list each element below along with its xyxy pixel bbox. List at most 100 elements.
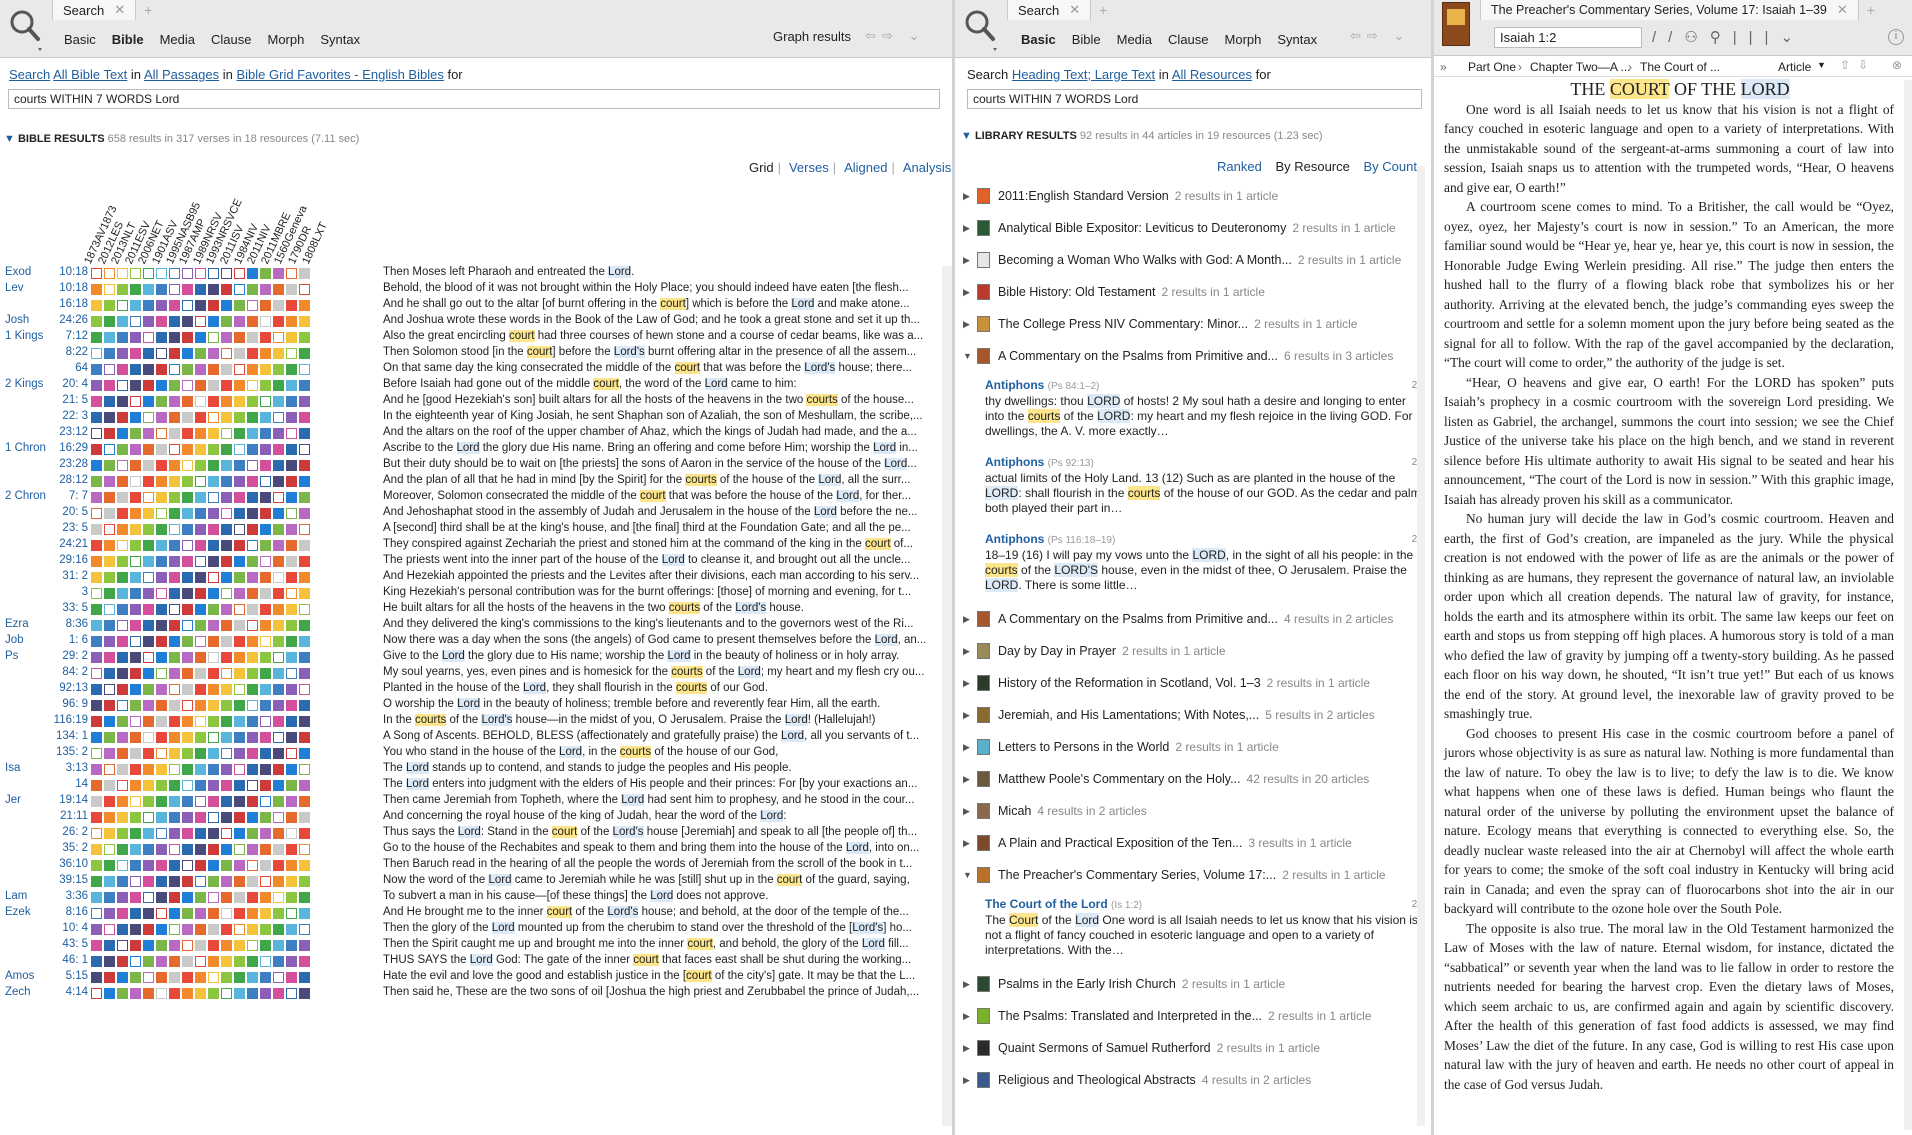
grid-cell[interactable] <box>273 332 284 343</box>
close-icon[interactable]: ✕ <box>114 2 125 18</box>
grid-cell[interactable] <box>169 492 180 503</box>
grid-cell[interactable] <box>143 540 154 551</box>
grid-cell[interactable] <box>143 332 154 343</box>
grid-cell[interactable] <box>260 892 271 903</box>
grid-cell[interactable] <box>117 812 128 823</box>
grid-cell[interactable] <box>260 924 271 935</box>
verse-ref-link[interactable]: 7:12 <box>66 330 88 342</box>
grid-cell[interactable] <box>104 332 115 343</box>
grid-cell[interactable] <box>156 348 167 359</box>
grid-cell[interactable] <box>208 684 219 695</box>
grid-cell[interactable] <box>260 684 271 695</box>
grid-cell[interactable] <box>130 412 141 423</box>
grid-cell[interactable] <box>208 972 219 983</box>
grid-cell[interactable] <box>234 412 245 423</box>
grid-cell[interactable] <box>156 316 167 327</box>
resource-title[interactable]: The Psalms: Translated and Interpreted i… <box>998 1009 1262 1023</box>
verse-text[interactable]: And the plan of all that he had in mind … <box>383 474 948 490</box>
grid-cell[interactable] <box>130 460 141 471</box>
grid-cell[interactable] <box>182 556 193 567</box>
grid-cell[interactable] <box>247 572 258 583</box>
grid-cell[interactable] <box>182 620 193 631</box>
grid-cell[interactable] <box>195 636 206 647</box>
grid-cell[interactable] <box>247 620 258 631</box>
grid-cell[interactable] <box>247 908 258 919</box>
grid-cell[interactable] <box>182 412 193 423</box>
grid-cell[interactable] <box>234 956 245 967</box>
search-hit-snippet[interactable]: Antiphons (Ps 92:13)2×actual limits of t… <box>963 449 1423 526</box>
grid-cell[interactable] <box>130 796 141 807</box>
resource-title[interactable]: The Preacher's Commentary Series, Volume… <box>998 868 1276 882</box>
grid-cell[interactable] <box>104 764 115 775</box>
grid-cell[interactable] <box>143 748 154 759</box>
collapsed-triangle-icon[interactable]: ▶ <box>963 806 977 817</box>
snippet-title[interactable]: Antiphons <box>985 455 1044 469</box>
verse-text[interactable]: The Lord enters into judgment with the e… <box>383 778 948 794</box>
grid-cell[interactable] <box>195 556 206 567</box>
resource-result-row[interactable]: ▼ A Commentary on the Psalms from Primiti… <box>963 340 1423 372</box>
verse-ref-link[interactable]: 84: 2 <box>62 666 88 678</box>
grid-cell[interactable] <box>221 396 232 407</box>
grid-cell[interactable] <box>91 812 102 823</box>
verse-text[interactable]: Thus says the Lord: Stand in the court o… <box>383 826 948 842</box>
grid-cell[interactable] <box>260 492 271 503</box>
grid-cell[interactable] <box>260 620 271 631</box>
crumb-article[interactable]: The Court of ... <box>1640 60 1720 74</box>
grid-cell[interactable] <box>169 780 180 791</box>
verse-ref-row[interactable]: 8:22 <box>0 346 88 362</box>
grid-cell[interactable] <box>273 828 284 839</box>
grid-cell[interactable] <box>130 508 141 519</box>
grid-cell[interactable] <box>247 476 258 487</box>
verse-text[interactable]: Hate the evil and love the good and esta… <box>383 970 948 986</box>
grid-cell[interactable] <box>156 284 167 295</box>
grid-cell[interactable] <box>208 668 219 679</box>
grid-cell[interactable] <box>104 316 115 327</box>
grid-cell[interactable] <box>182 668 193 679</box>
grid-cell[interactable] <box>156 652 167 663</box>
grid-cell[interactable] <box>169 700 180 711</box>
verse-text[interactable]: Go to the house of the Rechabites and sp… <box>383 842 948 858</box>
grid-cell[interactable] <box>156 668 167 679</box>
grid-cell[interactable] <box>117 652 128 663</box>
grid-cell[interactable] <box>169 268 180 279</box>
grid-cell[interactable] <box>247 316 258 327</box>
verse-text[interactable]: He built altars for all the hosts of the… <box>383 602 948 618</box>
verse-ref-link[interactable]: 39:15 <box>59 874 88 886</box>
grid-cell[interactable] <box>273 796 284 807</box>
search-icon[interactable] <box>6 6 46 52</box>
collapsed-triangle-icon[interactable]: ▶ <box>963 979 977 990</box>
grid-cell[interactable] <box>208 716 219 727</box>
grid-cell[interactable] <box>117 684 128 695</box>
grid-cell[interactable] <box>260 284 271 295</box>
grid-cell[interactable] <box>156 876 167 887</box>
verse-ref-link[interactable]: 16:29 <box>59 442 88 454</box>
grid-cell[interactable] <box>169 940 180 951</box>
grid-cell[interactable] <box>286 972 297 983</box>
verse-ref-link[interactable]: 3:13 <box>66 762 88 774</box>
grid-cell[interactable] <box>130 972 141 983</box>
grid-cell[interactable] <box>286 540 297 551</box>
snippet-title[interactable]: Antiphons <box>985 532 1044 546</box>
grid-cell[interactable] <box>169 364 180 375</box>
crumb-part[interactable]: Part One <box>1468 60 1516 74</box>
verse-text[interactable]: They conspired against Zechariah the pri… <box>383 538 948 554</box>
grid-cell[interactable] <box>117 444 128 455</box>
grid-cell[interactable] <box>208 588 219 599</box>
grid-cell[interactable] <box>143 380 154 391</box>
verse-ref-row[interactable]: 22: 3 <box>0 410 88 426</box>
grid-cell[interactable] <box>143 924 154 935</box>
verse-ref-row[interactable]: Ps 29: 2 <box>0 650 88 666</box>
new-tab-icon[interactable]: + <box>1099 2 1107 18</box>
resource-title[interactable]: Religious and Theological Abstracts <box>998 1073 1196 1087</box>
grid-cell[interactable] <box>195 364 206 375</box>
grid-cell[interactable] <box>273 428 284 439</box>
grid-cell[interactable] <box>299 268 310 279</box>
verse-text[interactable]: Then said he, These are the two sons of … <box>383 986 948 1002</box>
grid-cell[interactable] <box>117 380 128 391</box>
grid-cell[interactable] <box>221 364 232 375</box>
grid-cell[interactable] <box>260 444 271 455</box>
grid-cell[interactable] <box>247 444 258 455</box>
grid-cell[interactable] <box>234 716 245 727</box>
grid-cell[interactable] <box>91 860 102 871</box>
grid-cell[interactable] <box>156 748 167 759</box>
